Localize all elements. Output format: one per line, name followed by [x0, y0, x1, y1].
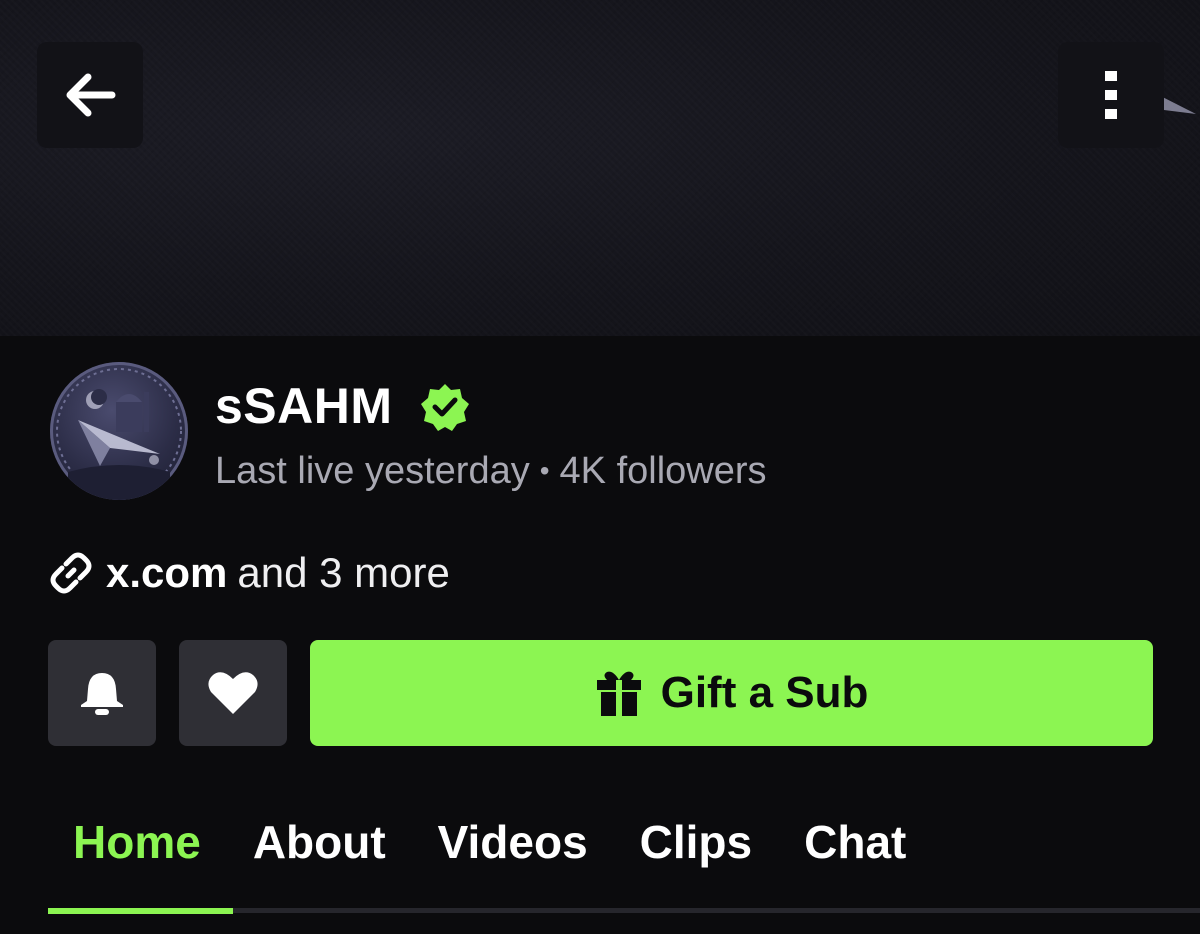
- channel-banner: [0, 0, 1200, 336]
- primary-link[interactable]: x.com: [106, 548, 227, 598]
- tab-home[interactable]: Home: [73, 810, 201, 880]
- follow-button[interactable]: [179, 640, 287, 746]
- followers-count: 4K followers: [559, 450, 767, 492]
- bell-icon: [81, 673, 123, 715]
- tab-videos[interactable]: Videos: [438, 810, 588, 880]
- last-live-text: Last live yesterday: [215, 450, 530, 492]
- tab-about[interactable]: About: [253, 810, 386, 880]
- gift-icon: [596, 671, 641, 716]
- more-links[interactable]: and 3 more: [237, 548, 449, 598]
- avatar-artwork: [56, 368, 182, 500]
- active-tab-indicator: [48, 908, 233, 914]
- channel-name: sSAHM: [215, 378, 393, 434]
- back-button[interactable]: [37, 42, 143, 148]
- channel-avatar[interactable]: [50, 362, 188, 500]
- gift-a-sub-button[interactable]: Gift a Sub: [310, 640, 1153, 746]
- arrow-left-icon: [66, 73, 116, 117]
- notifications-button[interactable]: [48, 640, 156, 746]
- tab-clips[interactable]: Clips: [640, 810, 752, 880]
- link-icon: [50, 552, 92, 594]
- heart-icon: [208, 672, 258, 714]
- vertical-dots-icon: [1105, 71, 1117, 119]
- channel-tabs: Home About Videos Clips Chat: [48, 810, 958, 880]
- meta-separator: •: [539, 455, 550, 486]
- social-links[interactable]: x.com and 3 more: [46, 548, 450, 598]
- verified-badge-icon: [421, 384, 469, 431]
- tab-chat[interactable]: Chat: [804, 810, 906, 880]
- more-options-button[interactable]: [1058, 42, 1164, 148]
- gift-a-sub-label: Gift a Sub: [660, 668, 869, 717]
- channel-meta: Last live yesterday • 4K followers: [215, 448, 767, 494]
